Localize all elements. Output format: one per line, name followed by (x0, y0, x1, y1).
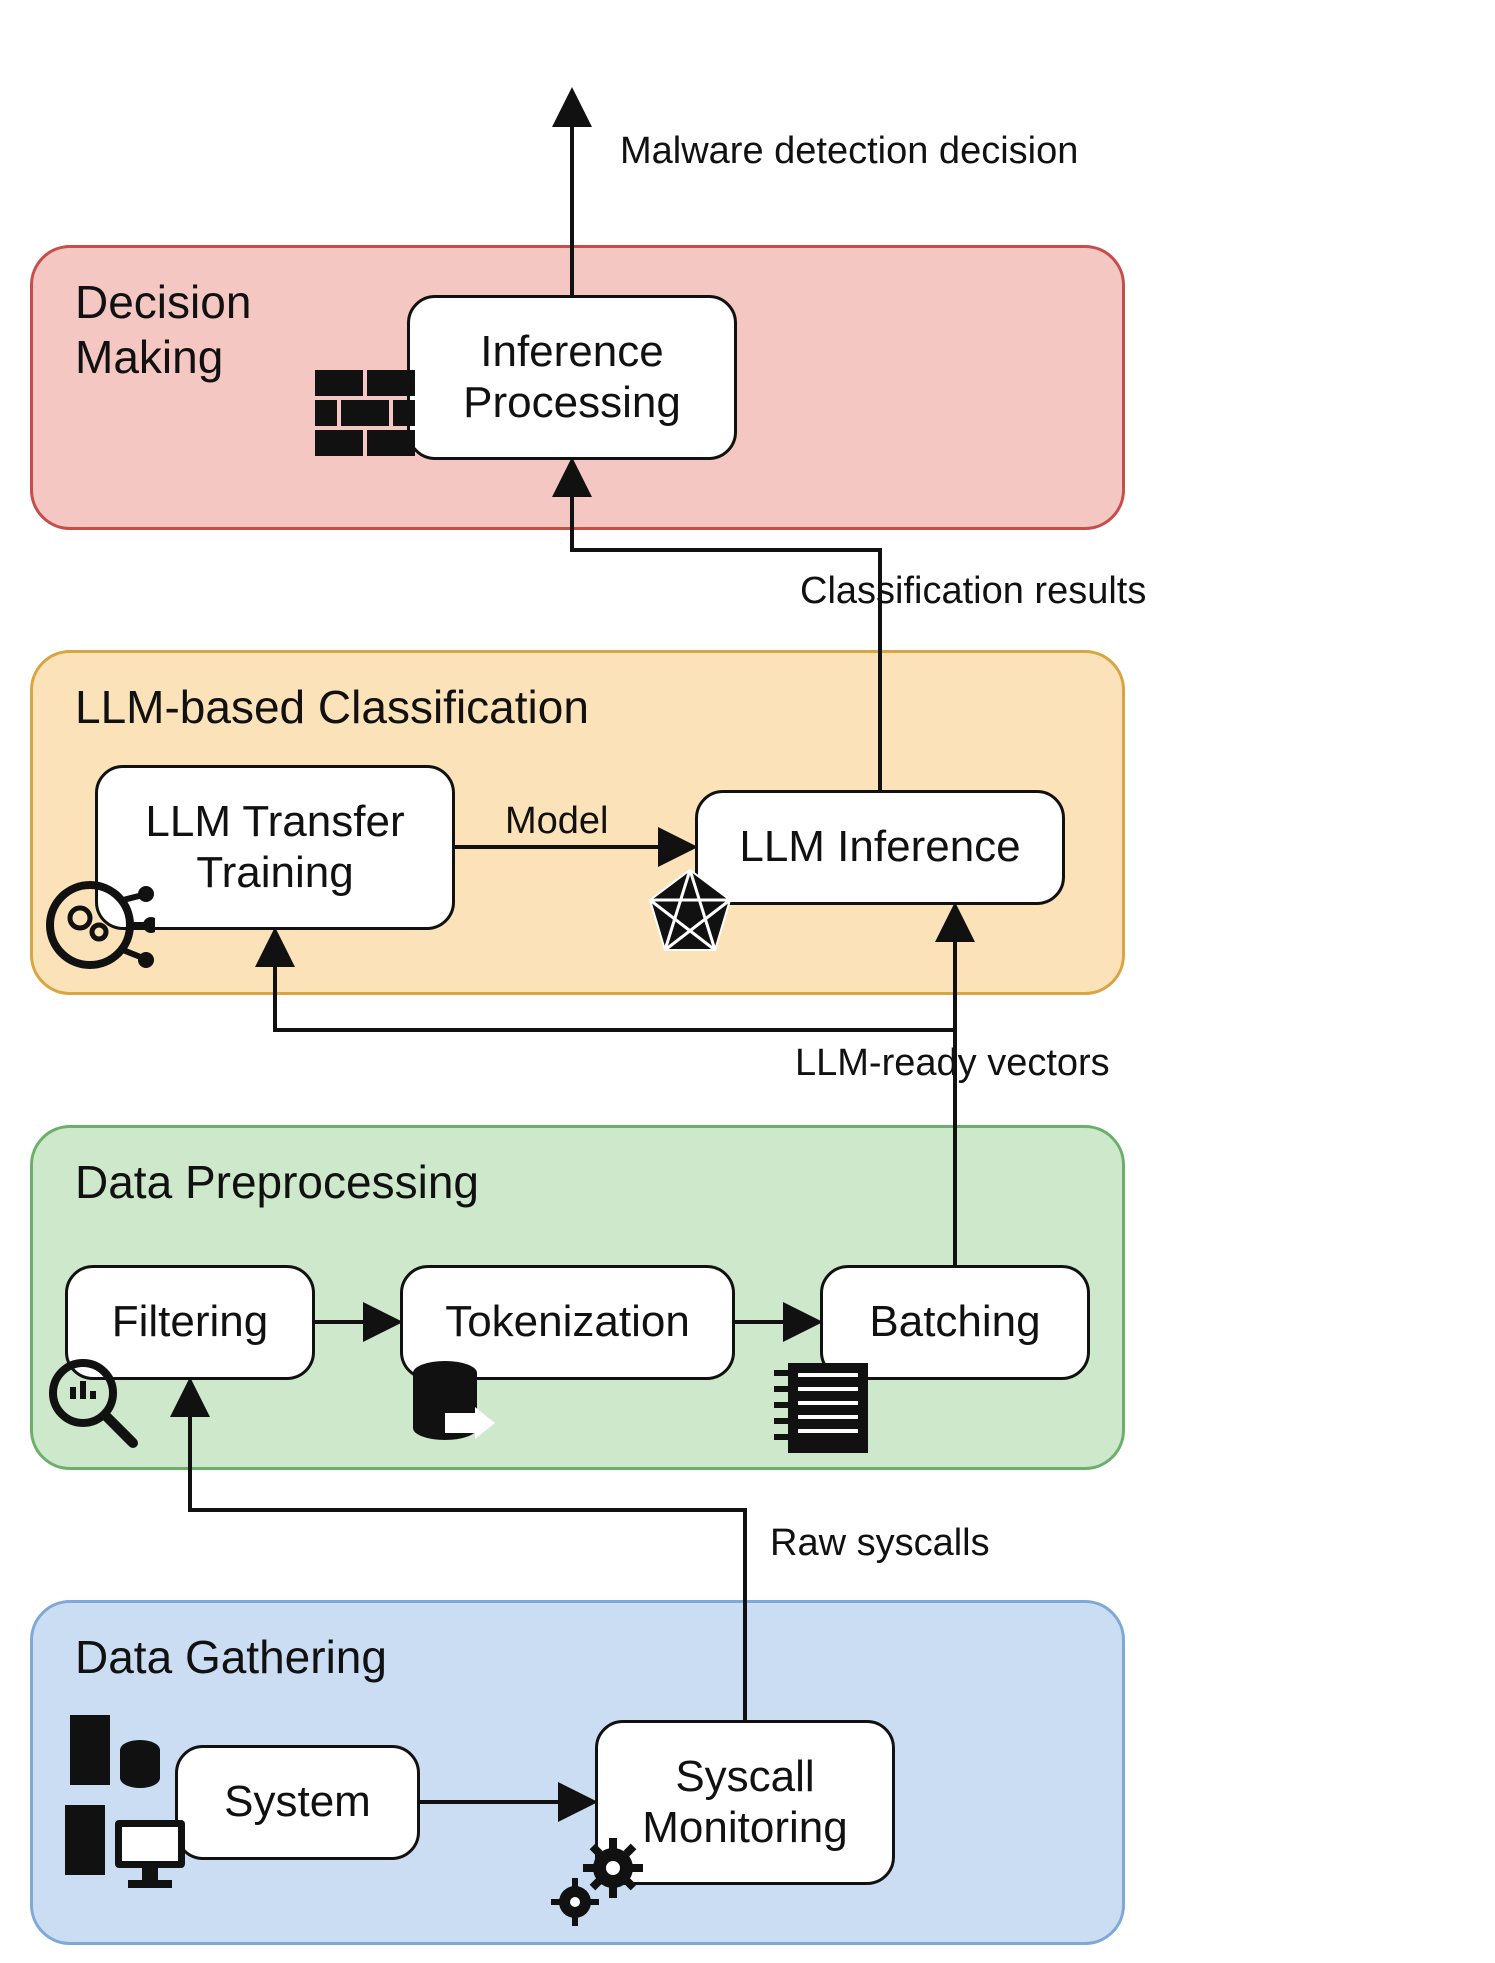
system-icon (60, 1710, 195, 1900)
node-system: System (175, 1745, 420, 1860)
edge-model: Model (505, 800, 609, 843)
batching-label: Batching (869, 1297, 1040, 1348)
layer-gathering-title: Data Gathering (75, 1630, 387, 1685)
memory-icon (770, 1355, 880, 1460)
edge-raw-syscalls: Raw syscalls (770, 1522, 990, 1565)
system-label: System (224, 1777, 371, 1828)
filtering-label: Filtering (112, 1297, 269, 1348)
edge-decision-out: Malware detection decision (620, 130, 1078, 173)
layer-decision-title: Decision Making (75, 275, 251, 385)
layer-preproc-title: Data Preprocessing (75, 1155, 479, 1210)
syscall-monitoring-label: Syscall Monitoring (642, 1752, 847, 1853)
edge-vectors: LLM-ready vectors (795, 1042, 1110, 1085)
layer-llm-title: LLM-based Classification (75, 680, 589, 735)
diagram-canvas: Decision Making LLM-based Classification… (0, 0, 1495, 1963)
tokenization-label: Tokenization (445, 1297, 690, 1348)
inference-processing-label: Inference Processing (463, 327, 681, 428)
node-inference-processing: Inference Processing (407, 295, 737, 460)
transfer-training-label: LLM Transfer Training (145, 797, 404, 898)
node-llm-inference: LLM Inference (695, 790, 1065, 905)
firewall-icon (315, 370, 415, 460)
database-icon (400, 1355, 500, 1455)
gears-icon (45, 870, 155, 980)
llm-inference-label: LLM Inference (739, 822, 1020, 873)
edge-classification: Classification results (800, 570, 1146, 613)
cogs-icon (545, 1830, 655, 1935)
network-icon (640, 865, 740, 965)
magnifier-icon (45, 1355, 140, 1450)
